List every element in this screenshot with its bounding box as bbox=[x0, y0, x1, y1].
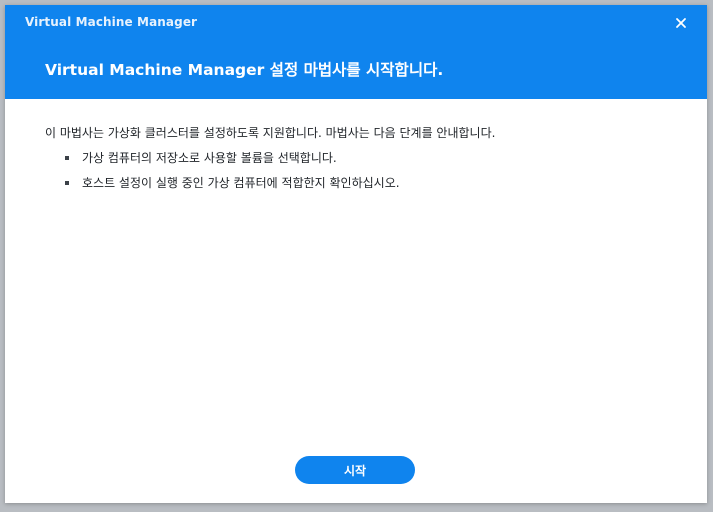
bullet-icon bbox=[65, 181, 69, 185]
intro-text: 이 마법사는 가상화 클러스터를 설정하도록 지원합니다. 마법사는 다음 단계… bbox=[45, 126, 496, 140]
window-title: Virtual Machine Manager bbox=[25, 15, 198, 29]
wizard-dialog: Virtual Machine Manager Virtual Machine … bbox=[5, 5, 707, 503]
bullet-icon bbox=[65, 156, 69, 160]
steps-list: 가상 컴퓨터의 저장소로 사용할 볼륨을 선택합니다. 호스트 설정이 실행 중… bbox=[45, 149, 685, 192]
dialog-header: Virtual Machine Manager Virtual Machine … bbox=[5, 5, 707, 99]
wizard-content: 이 마법사는 가상화 클러스터를 설정하도록 지원합니다. 마법사는 다음 단계… bbox=[45, 124, 685, 199]
close-button[interactable] bbox=[671, 13, 691, 33]
step-item: 가상 컴퓨터의 저장소로 사용할 볼륨을 선택합니다. bbox=[45, 149, 685, 167]
step-label: 호스트 설정이 실행 중인 가상 컴퓨터에 적합한지 확인하십시오. bbox=[82, 176, 400, 190]
close-icon bbox=[676, 18, 686, 28]
start-button[interactable]: 시작 bbox=[295, 456, 415, 484]
step-item: 호스트 설정이 실행 중인 가상 컴퓨터에 적합한지 확인하십시오. bbox=[45, 174, 685, 192]
wizard-heading: Virtual Machine Manager 설정 마법사를 시작합니다. bbox=[45, 61, 444, 79]
step-label: 가상 컴퓨터의 저장소로 사용할 볼륨을 선택합니다. bbox=[82, 151, 337, 165]
